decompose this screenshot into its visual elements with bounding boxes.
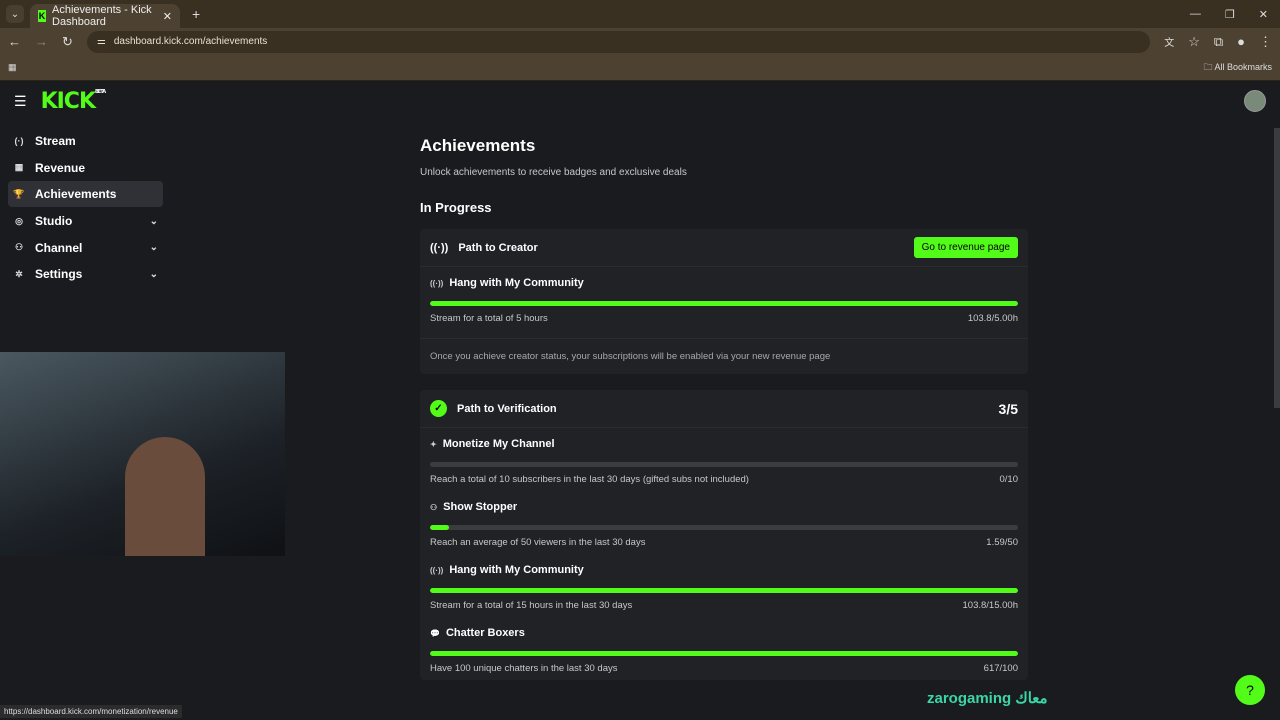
progress-fill bbox=[430, 525, 449, 530]
close-tab-icon[interactable]: ✕ bbox=[163, 10, 172, 23]
watermark: zarogaming معاك bbox=[927, 690, 1048, 707]
status-bar-url: https://dashboard.kick.com/monetization/… bbox=[0, 705, 182, 718]
achievement-value: 103.8/5.00h bbox=[967, 313, 1018, 324]
achievement-title: Monetize My Channel bbox=[442, 438, 555, 450]
url-text: dashboard.kick.com/achievements bbox=[113, 36, 268, 47]
new-tab-button[interactable]: + bbox=[192, 6, 200, 22]
sidebar-item-channel[interactable]: ⚇ Channel ⌄ bbox=[8, 235, 163, 261]
achievement-title: Chatter Boxers bbox=[445, 627, 525, 639]
sidebar-item-stream[interactable]: (·) Stream bbox=[8, 128, 163, 154]
broadcast-icon: ((·)) bbox=[430, 241, 449, 254]
main-content: Achievements Unlock achievements to rece… bbox=[420, 128, 1028, 696]
revenue-icon: ▦ bbox=[14, 162, 24, 173]
sidebar-item-achievements[interactable]: 🏆 Achievements bbox=[8, 181, 163, 208]
verified-badge-icon: ✓ bbox=[430, 400, 447, 417]
progress-bar bbox=[430, 525, 1018, 530]
progress-bar bbox=[430, 301, 1018, 306]
progress-fill bbox=[430, 301, 1018, 306]
stream-icon: (·) bbox=[14, 136, 24, 146]
achievement-icon: ✦ bbox=[430, 439, 437, 449]
chevron-down-icon[interactable]: ⌄ bbox=[150, 242, 158, 253]
close-window-icon[interactable]: ✕ bbox=[1259, 8, 1268, 21]
progress-count: 3/5 bbox=[998, 400, 1018, 417]
star-icon[interactable]: ☆ bbox=[1188, 34, 1200, 50]
studio-icon: ◎ bbox=[15, 215, 23, 226]
trophy-icon: 🏆 bbox=[13, 188, 25, 199]
achievement-title: Hang with My Community bbox=[449, 564, 584, 576]
site-settings-icon[interactable]: ⚌ bbox=[97, 36, 106, 47]
achievement-item: ✦ Monetize My Channel Reach a total of 10… bbox=[420, 428, 1028, 491]
kick-logo[interactable]: KICKBETA bbox=[41, 89, 107, 114]
path-to-verification-card: ✓ Path to Verification 3/5 ✦ Monetize My Ch… bbox=[420, 390, 1028, 680]
browser-tab-bar: ⌄ K Achievements - Kick Dashboard ✕ + — ❐ ✕ bbox=[0, 0, 1280, 28]
channel-icon: ⚇ bbox=[14, 242, 24, 253]
help-chat-button[interactable]: ? bbox=[1235, 675, 1265, 705]
kick-favicon-icon: K bbox=[38, 10, 47, 22]
sidebar-item-studio[interactable]: ◎ Studio ⌄ bbox=[8, 208, 163, 234]
page-title: Achievements bbox=[420, 136, 536, 155]
bookmarks-bar: ▦ 🗀 All Bookmarks bbox=[0, 55, 1280, 81]
sidebar: (·) Stream ▦ Revenue 🏆 Achievements ◎ Studio… bbox=[8, 128, 163, 288]
achievement-value: 1.59/50 bbox=[986, 537, 1018, 548]
restore-icon[interactable]: ❐ bbox=[1225, 8, 1235, 21]
achievement-item: ⚇ Show Stopper Reach an average of 50 vie… bbox=[420, 491, 1028, 554]
hamburger-menu-icon[interactable]: ☰ bbox=[14, 93, 27, 110]
gear-icon: ✲ bbox=[15, 268, 23, 279]
tab-search-button[interactable]: ⌄ bbox=[6, 5, 24, 23]
apps-icon[interactable]: ▦ bbox=[8, 62, 17, 73]
achievement-value: 103.8/15.00h bbox=[962, 600, 1018, 611]
profile-icon[interactable]: ● bbox=[1237, 34, 1245, 49]
browser-tab[interactable]: K Achievements - Kick Dashboard ✕ bbox=[30, 4, 180, 28]
chevron-down-icon[interactable]: ⌄ bbox=[150, 216, 158, 227]
minimize-icon[interactable]: — bbox=[1190, 8, 1201, 21]
achievement-value: 617/100 bbox=[983, 663, 1018, 674]
achievement-description: Stream for a total of 5 hours bbox=[430, 313, 548, 324]
chevron-down-icon[interactable]: ⌄ bbox=[150, 269, 158, 280]
achievement-description: Reach a total of 10 subscribers in the l… bbox=[430, 474, 749, 485]
sidebar-item-revenue[interactable]: ▦ Revenue bbox=[8, 155, 163, 181]
page-subtitle: Unlock achievements to receive badges an… bbox=[420, 167, 687, 178]
achievement-item: 💬 Chatter Boxers Have 100 unique chatters… bbox=[420, 617, 1028, 680]
extensions-icon[interactable]: ⧉ bbox=[1214, 34, 1223, 50]
card-title: Path to Verification bbox=[457, 402, 557, 415]
menu-icon[interactable]: ⋮ bbox=[1259, 34, 1272, 50]
section-title: In Progress bbox=[420, 200, 492, 215]
creator-note: Once you achieve creator status, your su… bbox=[420, 338, 1028, 374]
address-bar-row: ← → ↻ ⚌ dashboard.kick.com/achievements 文 ☆ ⧉… bbox=[0, 28, 1280, 55]
top-bar: ☰ KICKBETA bbox=[0, 81, 1280, 121]
webcam-overlay bbox=[0, 352, 285, 556]
url-input[interactable]: ⚌ dashboard.kick.com/achievements bbox=[86, 30, 1151, 53]
card-title: Path to Creator bbox=[458, 241, 538, 254]
reload-icon[interactable]: ↻ bbox=[62, 34, 73, 50]
translate-icon[interactable]: 文 bbox=[1164, 34, 1174, 49]
achievement-value: 0/10 bbox=[999, 474, 1019, 485]
progress-fill bbox=[430, 651, 1018, 656]
progress-fill bbox=[430, 588, 1018, 593]
achievement-icon: ((·)) bbox=[430, 278, 444, 288]
forward-icon[interactable]: → bbox=[35, 34, 48, 49]
sidebar-item-settings[interactable]: ✲ Settings ⌄ bbox=[8, 261, 163, 287]
achievement-description: Reach an average of 50 viewers in the la… bbox=[430, 537, 646, 548]
achievement-title: Hang with My Community bbox=[449, 277, 584, 289]
progress-bar bbox=[430, 462, 1018, 467]
path-to-creator-card: ((·)) Path to Creator Go to revenue page (… bbox=[420, 229, 1028, 374]
go-to-revenue-button[interactable]: Go to revenue page bbox=[913, 237, 1018, 258]
user-avatar[interactable] bbox=[1244, 90, 1266, 112]
achievement-icon: ((·)) bbox=[430, 565, 444, 575]
all-bookmarks[interactable]: 🗀 All Bookmarks bbox=[1203, 60, 1272, 76]
tab-title: Achievements - Kick Dashboard bbox=[52, 4, 152, 28]
achievement-description: Stream for a total of 15 hours in the la… bbox=[430, 600, 633, 611]
achievement-description: Have 100 unique chatters in the last 30 … bbox=[430, 663, 618, 674]
back-icon[interactable]: ← bbox=[8, 34, 21, 49]
streamer-image bbox=[125, 437, 205, 556]
achievement-item: ((·)) Hang with My Community Stream for a… bbox=[420, 554, 1028, 617]
scrollbar[interactable] bbox=[1274, 128, 1280, 408]
achievement-icon: 💬 bbox=[430, 628, 440, 638]
progress-bar bbox=[430, 651, 1018, 656]
progress-bar bbox=[430, 588, 1018, 593]
achievement-item: ((·)) Hang with My Community Stream for a… bbox=[420, 267, 1028, 330]
achievement-title: Show Stopper bbox=[443, 501, 518, 513]
achievement-icon: ⚇ bbox=[430, 502, 438, 512]
